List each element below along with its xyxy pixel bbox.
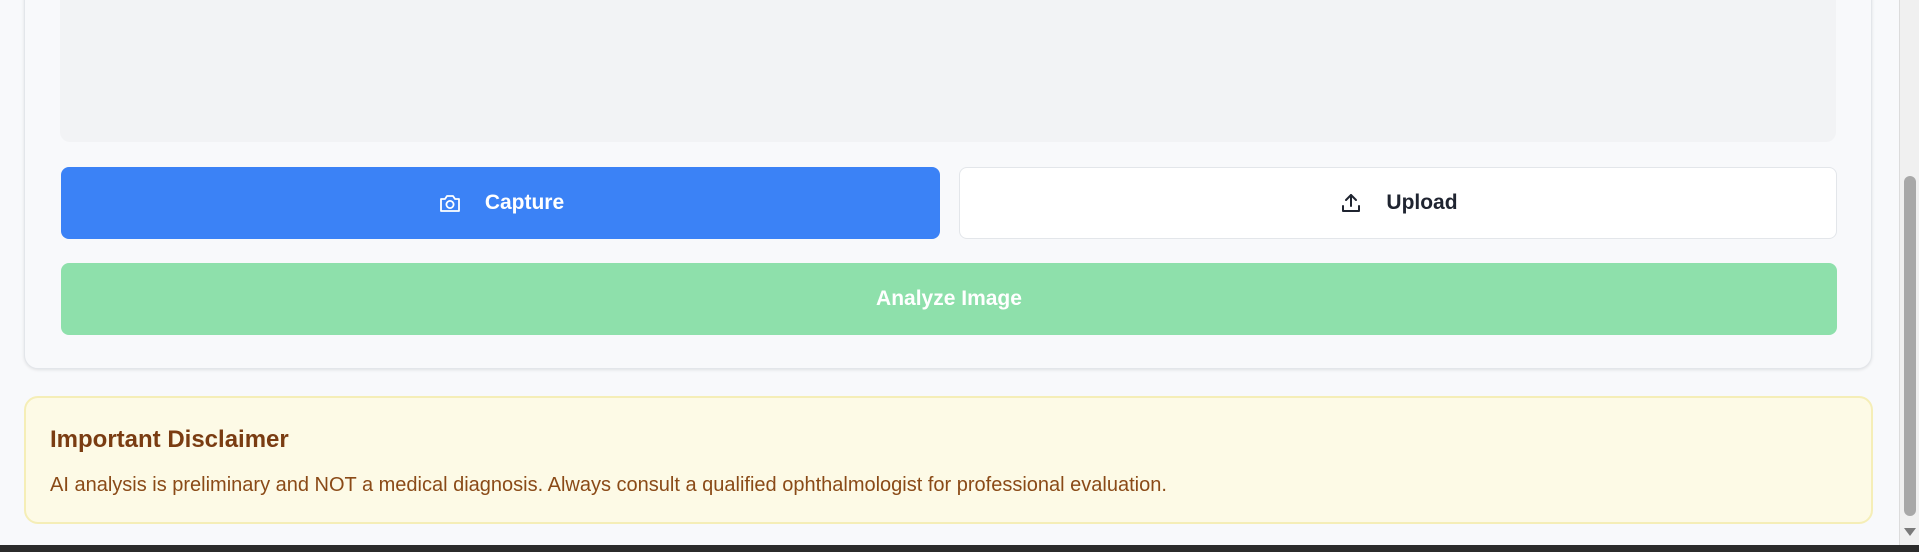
scrollbar-thumb[interactable] (1904, 176, 1916, 516)
disclaimer-box: Important Disclaimer AI analysis is prel… (24, 396, 1873, 524)
disclaimer-text: AI analysis is preliminary and NOT a med… (50, 474, 1167, 496)
upload-icon (1338, 190, 1364, 216)
capture-button[interactable]: Capture (61, 167, 940, 239)
analyze-button-label: Analyze Image (876, 287, 1022, 310)
image-preview-area (60, 0, 1836, 142)
vertical-scrollbar[interactable] (1899, 0, 1919, 545)
scroll-down-arrow-icon[interactable] (1904, 528, 1916, 536)
camera-icon (437, 190, 463, 216)
disclaimer-title: Important Disclaimer (50, 426, 289, 453)
upload-button[interactable]: Upload (959, 167, 1837, 239)
window-bottom-edge (0, 545, 1919, 552)
capture-button-label: Capture (484, 191, 565, 214)
analyze-image-button[interactable]: Analyze Image (61, 263, 1837, 335)
upload-button-label: Upload (1386, 191, 1458, 214)
page-viewport: Capture Upload Analyze Image Important D… (0, 0, 1899, 545)
